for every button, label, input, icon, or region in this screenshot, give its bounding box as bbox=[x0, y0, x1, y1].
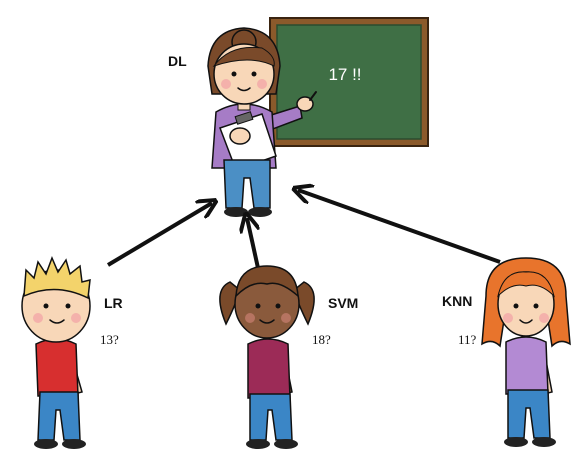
chalkboard: 17 !! bbox=[269, 17, 429, 147]
student-lr-shirt bbox=[35, 338, 79, 397]
student-lr-label: LR bbox=[104, 295, 123, 311]
arrow-knn-to-dl bbox=[298, 190, 501, 264]
student-knn-label: KNN bbox=[442, 293, 472, 309]
arrow-lr-to-dl bbox=[106, 203, 212, 267]
student-knn-shirt bbox=[505, 336, 549, 395]
student-svm-jeans bbox=[249, 393, 293, 441]
teacher-student-diagram: 17 !! DL LR 13? SVM 18? KNN 11? bbox=[21, 17, 571, 449]
teacher-shoe-left bbox=[224, 207, 248, 217]
chalkboard-text: 17 !! bbox=[328, 65, 361, 84]
student-knn-figure bbox=[481, 257, 571, 447]
teacher-label: DL bbox=[168, 53, 187, 69]
student-knn-guess: 11? bbox=[458, 332, 477, 347]
student-svm-guess: 18? bbox=[312, 332, 331, 347]
student-lr-jeans bbox=[37, 391, 81, 441]
arrows bbox=[106, 190, 501, 269]
teacher-pants bbox=[223, 159, 271, 209]
student-svm-label: SVM bbox=[328, 295, 358, 311]
diagram-canvas: 17 !! DL LR 13? SVM 18? KNN 11? bbox=[0, 0, 583, 460]
student-lr-figure bbox=[21, 255, 91, 449]
student-lr-guess: 13? bbox=[100, 332, 119, 347]
teacher-shoe-right bbox=[248, 207, 272, 217]
student-svm-figure bbox=[219, 265, 315, 449]
arrow-svm-to-dl bbox=[247, 218, 260, 269]
student-knn-jeans bbox=[507, 389, 551, 439]
student-svm-shirt bbox=[247, 338, 291, 399]
